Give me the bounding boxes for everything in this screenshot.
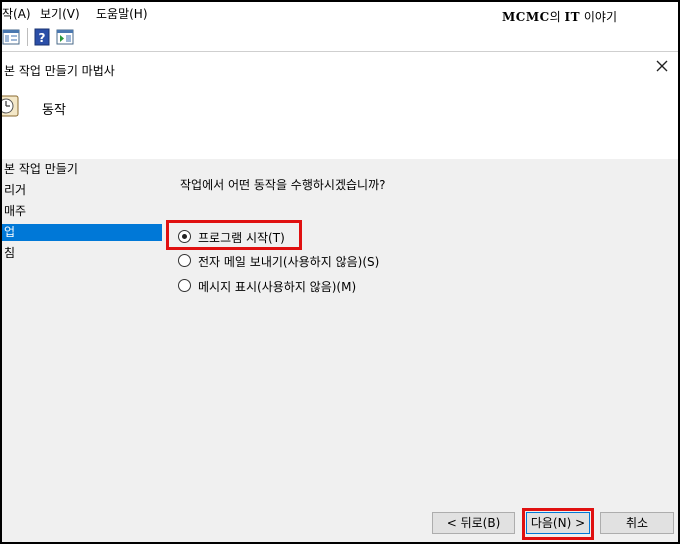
step-item-basic-task: 본 작업 만들기 <box>4 162 78 176</box>
wizard-header: 본 작업 만들기 마법사 동작 <box>2 52 678 159</box>
step-item-weekly: 매주 <box>4 204 27 218</box>
watermark-bold: IT <box>564 10 581 24</box>
radio-send-email[interactable] <box>178 254 191 267</box>
step-list: 본 작업 만들기 리거 매주 업 침 <box>2 159 162 264</box>
option-display-message-label: 메시지 표시(사용하지 않음)(M) <box>198 280 357 294</box>
cancel-button[interactable]: 취소 <box>600 512 674 534</box>
menu-view[interactable]: 보기(V) <box>40 5 80 22</box>
option-send-email-label: 전자 메일 보내기(사용하지 않음)(S) <box>198 255 380 269</box>
toolbar-separator <box>27 28 28 46</box>
help-icon[interactable]: ? <box>32 27 52 47</box>
back-button[interactable]: < 뒤로(B) <box>432 512 515 534</box>
menu-action[interactable]: 작(A) <box>2 5 31 22</box>
task-clock-icon <box>2 95 20 117</box>
window: 작(A) 보기(V) 도움말(H) MCMC의 IT 이야기 ? 본 작업 만들… <box>2 2 678 542</box>
step-item-trigger: 리거 <box>4 183 27 197</box>
action-pane-icon[interactable] <box>56 27 76 47</box>
console-tree-icon[interactable] <box>2 27 22 47</box>
watermark-part2: 이야기 <box>580 10 618 24</box>
step-heading: 동작 <box>42 103 66 118</box>
wizard-panel: 본 작업 만들기 마법사 동작 본 작업 만들기 리거 매주 업 침 작업에서 … <box>2 52 678 542</box>
highlight-start-program <box>166 220 302 250</box>
watermark-part1: 의 <box>549 10 565 24</box>
wizard-title: 본 작업 만들기 마법사 <box>4 64 115 78</box>
close-icon[interactable] <box>654 58 670 74</box>
radio-display-message[interactable] <box>178 279 191 292</box>
highlight-next-button <box>522 508 594 540</box>
action-question: 작업에서 어떤 동작을 수행하시겠습니까? <box>180 178 386 192</box>
toolbar: ? <box>2 23 678 52</box>
watermark-brand: MCMC <box>502 10 550 24</box>
step-item-action: 업 <box>2 224 162 241</box>
svg-text:?: ? <box>39 31 46 45</box>
menu-help[interactable]: 도움말(H) <box>96 5 148 22</box>
menu-bar: 작(A) 보기(V) 도움말(H) MCMC의 IT 이야기 <box>2 2 678 24</box>
step-item-finish: 침 <box>4 246 16 260</box>
